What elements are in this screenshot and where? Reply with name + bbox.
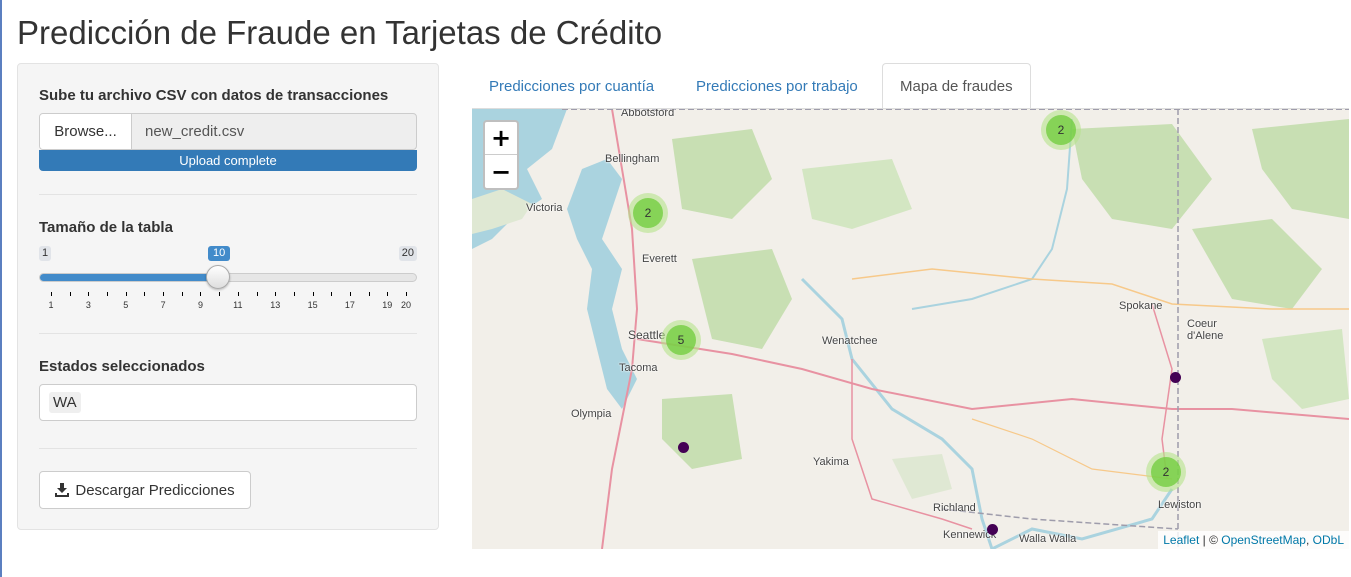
file-name-field[interactable]: new_credit.csv	[132, 114, 244, 149]
slider-tick	[181, 292, 183, 296]
states-label: Estados seleccionados	[39, 358, 205, 375]
upload-progress-bar: Upload complete	[39, 150, 417, 171]
zoom-in-button[interactable]: +	[485, 122, 517, 155]
slider-grid: 1 3 5 7 9 11 13 15 17 19 20	[39, 292, 419, 316]
city-label: Olympia	[571, 408, 612, 420]
fraud-map[interactable]: + − Abbotsford Bellingham Victoria Evere…	[472, 109, 1349, 549]
marker-cluster[interactable]: 2	[1146, 452, 1186, 492]
slider-tick	[200, 292, 202, 296]
marker-cluster[interactable]: 2	[1041, 110, 1081, 150]
odbl-link[interactable]: ODbL	[1313, 533, 1344, 547]
upload-label: Sube tu archivo CSV con datos de transac…	[39, 87, 389, 104]
tab-mapa-fraudes[interactable]: Mapa de fraudes	[882, 63, 1031, 109]
tab-predicciones-cuantia[interactable]: Predicciones por cuantía	[472, 63, 671, 109]
slider-tick-label: 15	[307, 300, 318, 310]
zoom-out-button[interactable]: −	[485, 155, 517, 188]
city-label: Seattle	[628, 328, 666, 342]
slider-tick	[331, 292, 333, 296]
slider-tick	[125, 292, 127, 296]
city-label: Everett	[642, 253, 677, 265]
state-chip[interactable]: WA	[49, 392, 81, 413]
marker-cluster[interactable]: 2	[628, 193, 668, 233]
slider-tick-label: 3	[85, 300, 91, 310]
city-label: Tacoma	[619, 362, 658, 374]
slider-tick	[51, 292, 52, 296]
slider-tick-label: 13	[270, 300, 281, 310]
slider-tick-label: 5	[123, 300, 129, 310]
city-label: Yakima	[813, 456, 849, 468]
slider-tick	[144, 292, 146, 296]
city-label: Bellingham	[605, 153, 660, 165]
slider-tick-label: 9	[197, 300, 203, 310]
table-size-slider[interactable]: 1 20 10 1 3 5 7 9 11 13 15 17 19 20	[39, 244, 419, 314]
upload-status: Upload complete	[179, 153, 277, 168]
divider	[39, 448, 417, 449]
city-label: Richland	[933, 502, 976, 514]
fraud-marker[interactable]	[987, 524, 998, 535]
slider-tick-label: 19	[382, 300, 393, 310]
slider-tick	[237, 292, 239, 296]
page-title: Predicción de Fraude en Tarjetas de Créd…	[17, 14, 663, 51]
browse-button[interactable]: Browse...	[40, 114, 132, 149]
slider-tick-label: 20	[400, 300, 411, 310]
slider-tick	[387, 292, 389, 296]
slider-tick	[219, 292, 221, 296]
slider-tick	[256, 292, 258, 296]
slider-tick	[368, 292, 370, 296]
tab-bar: Predicciones por cuantía Predicciones po…	[472, 63, 1349, 109]
window-left-edge	[0, 0, 2, 577]
slider-tick	[69, 292, 71, 296]
slider-tick	[88, 292, 90, 296]
slider-tick-label: 17	[344, 300, 355, 310]
slider-fill	[40, 274, 220, 281]
osm-link[interactable]: OpenStreetMap	[1221, 533, 1306, 547]
slider-tick	[406, 292, 407, 296]
zoom-control: + −	[483, 120, 519, 190]
city-label: Walla Walla	[1019, 533, 1077, 545]
city-label: Victoria	[526, 202, 563, 214]
map-attribution: Leaflet | © OpenStreetMap, ODbL	[1158, 531, 1349, 549]
city-label: Wenatchee	[822, 335, 878, 347]
slider-tick	[275, 292, 277, 296]
slider-label: Tamaño de la tabla	[39, 219, 173, 236]
slider-min-label: 1	[39, 246, 52, 261]
slider-tick	[312, 292, 314, 296]
slider-tick	[293, 292, 295, 296]
divider	[39, 194, 417, 195]
leaflet-link[interactable]: Leaflet	[1163, 533, 1199, 547]
city-label: Spokane	[1119, 300, 1163, 312]
slider-tick-label: 11	[233, 300, 243, 310]
slider-tick	[107, 292, 109, 296]
fraud-marker[interactable]	[1170, 372, 1181, 383]
city-label: Lewiston	[1158, 499, 1202, 511]
divider	[39, 333, 417, 334]
tab-predicciones-trabajo[interactable]: Predicciones por trabajo	[679, 63, 875, 109]
sidebar-panel: Sube tu archivo CSV con datos de transac…	[17, 63, 439, 530]
marker-cluster[interactable]: 5	[661, 320, 701, 360]
state-select-input[interactable]: WA	[39, 384, 417, 421]
slider-max-label: 20	[398, 246, 417, 261]
download-icon	[55, 483, 70, 497]
slider-tick-label: 1	[48, 300, 54, 310]
city-label: Coeur d'Alene	[1187, 318, 1224, 342]
attribution-comma: ,	[1305, 533, 1313, 547]
slider-tick-label: 7	[160, 300, 166, 310]
fraud-marker[interactable]	[678, 442, 689, 453]
slider-tick	[349, 292, 351, 296]
slider-handle[interactable]	[206, 265, 230, 289]
slider-tick	[163, 292, 165, 296]
attribution-separator: | ©	[1199, 533, 1222, 547]
slider-value-label: 10	[208, 246, 231, 261]
download-button[interactable]: Descargar Predicciones	[39, 471, 251, 509]
download-label: Descargar Predicciones	[75, 481, 235, 499]
file-input[interactable]: Browse... new_credit.csv	[39, 113, 417, 150]
city-label: Abbotsford	[621, 109, 675, 119]
